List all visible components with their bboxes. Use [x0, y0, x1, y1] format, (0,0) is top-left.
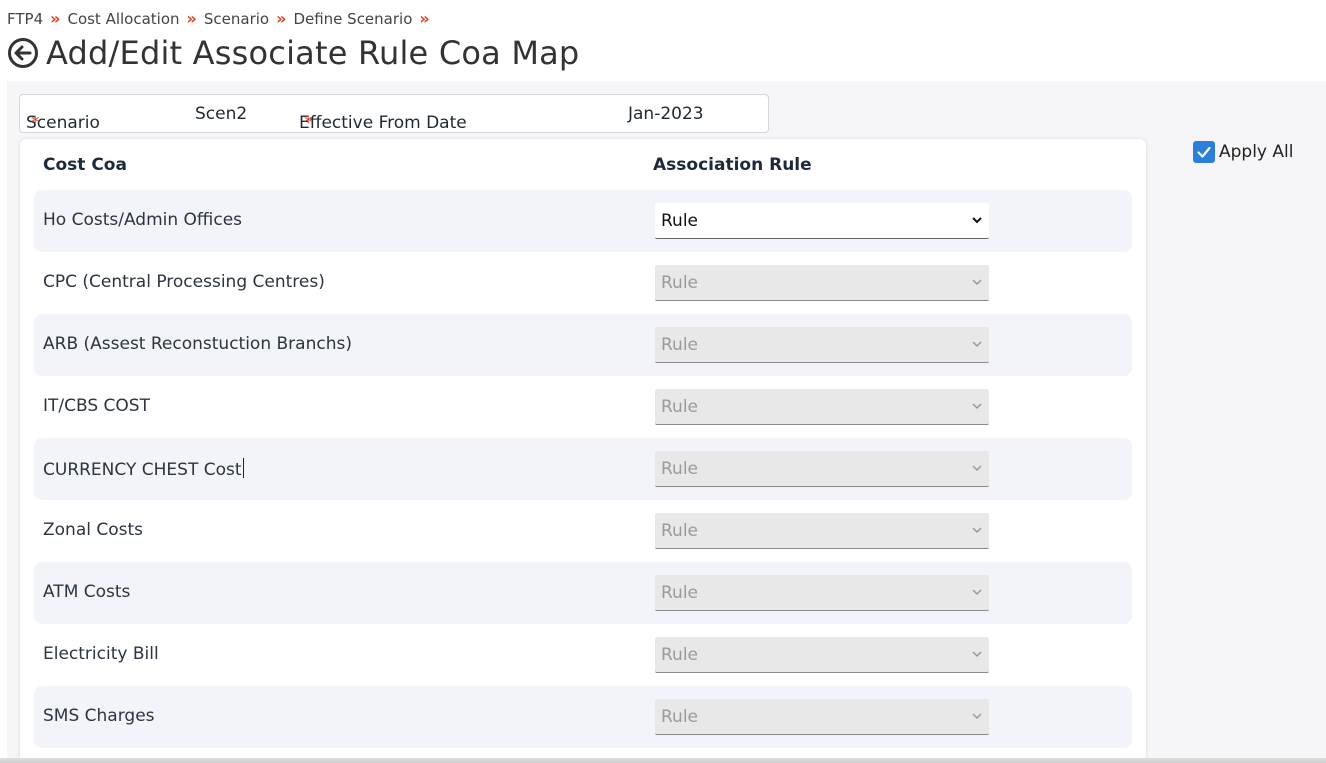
cost-coa-label: CPC (Central Processing Centres)	[43, 272, 325, 292]
text-caret	[242, 458, 244, 478]
cost-coa-label: Zonal Costs	[43, 520, 144, 540]
page-title: Add/Edit Associate Rule Coa Map	[46, 34, 580, 72]
chevron-down-icon	[972, 217, 982, 224]
cost-coa-label: Electricity Bill	[43, 644, 159, 664]
window-bottom-edge	[0, 758, 1326, 763]
checkmark-icon	[1197, 146, 1211, 158]
association-rule-select: Rule	[655, 513, 989, 549]
cost-coa-label: ATM Costs	[43, 582, 131, 602]
breadcrumb-separator: »	[50, 9, 61, 28]
column-header-association-rule: Association Rule	[653, 155, 812, 175]
table-row: Electricity Bill Rule	[34, 624, 1132, 686]
breadcrumb-separator: »	[186, 9, 197, 28]
page: FTP4 » Cost Allocation » Scenario » Defi…	[0, 0, 1326, 763]
cost-coa-label: IT/CBS COST	[43, 396, 150, 416]
back-circle-arrow-icon[interactable]	[7, 37, 39, 69]
breadcrumb-item-scenario[interactable]: Scenario	[204, 10, 269, 28]
breadcrumb-separator: »	[419, 9, 430, 28]
cost-coa-label: SMS Charges	[43, 706, 155, 726]
cost-coa-label: Ho Costs/Admin Offices	[43, 210, 243, 230]
select-value: Rule	[661, 334, 699, 355]
scenario-header-box: Scenario * Scen2 Effective From Date * Jan…	[19, 94, 769, 133]
breadcrumb-item-cost-allocation[interactable]: Cost Allocation	[67, 10, 179, 28]
chevron-down-icon	[972, 651, 982, 658]
table-row: CURRENCY CHEST Cost Rule	[34, 438, 1132, 500]
association-rule-select: Rule	[655, 451, 989, 487]
select-value: Rule	[661, 272, 699, 293]
table-row: ARB (Assest Reconstuction Branchs) Rule	[34, 314, 1132, 376]
chevron-down-icon	[972, 713, 982, 720]
column-header-cost-coa: Cost Coa	[43, 155, 127, 175]
table-row: IT/CBS COST Rule	[34, 376, 1132, 438]
chevron-down-icon	[972, 341, 982, 348]
select-value: Rule	[661, 520, 699, 541]
apply-all-label: Apply All	[1219, 142, 1294, 162]
table-row: Zonal Costs Rule	[34, 500, 1132, 562]
table-row: Ho Costs/Admin Offices Rule	[34, 190, 1132, 252]
apply-all-toggle[interactable]: Apply All	[1193, 141, 1293, 163]
chevron-down-icon	[972, 589, 982, 596]
scenario-value: Scen2	[195, 104, 248, 124]
chevron-down-icon	[972, 403, 982, 410]
title-row: Add/Edit Associate Rule Coa Map	[7, 34, 579, 72]
breadcrumb-item-ftp4[interactable]: FTP4	[7, 10, 43, 28]
breadcrumb-item-define-scenario[interactable]: Define Scenario	[293, 10, 412, 28]
association-rule-select: Rule	[655, 575, 989, 611]
chevron-down-icon	[972, 279, 982, 286]
association-rule-select[interactable]: Rule	[655, 203, 989, 239]
select-value: Rule	[661, 210, 699, 231]
required-mark: *	[31, 113, 40, 133]
apply-all-checkbox[interactable]	[1193, 141, 1215, 163]
table-row: ATM Costs Rule	[34, 562, 1132, 624]
rule-map-card: Cost Coa Association Rule Ho Costs/Admin…	[20, 139, 1146, 763]
association-rule-select: Rule	[655, 637, 989, 673]
cost-coa-label: ARB (Assest Reconstuction Branchs)	[43, 334, 352, 354]
cost-coa-label: CURRENCY CHEST Cost	[43, 458, 244, 480]
association-rule-select: Rule	[655, 389, 989, 425]
chevron-down-icon	[972, 465, 982, 472]
select-value: Rule	[661, 458, 699, 479]
association-rule-select: Rule	[655, 327, 989, 363]
effective-from-date-value: Jan-2023	[628, 104, 704, 124]
chevron-down-icon	[972, 527, 982, 534]
table-row: CPC (Central Processing Centres) Rule	[34, 252, 1132, 314]
breadcrumb-separator: »	[276, 9, 287, 28]
select-value: Rule	[661, 396, 699, 417]
breadcrumb: FTP4 » Cost Allocation » Scenario » Defi…	[7, 9, 437, 28]
association-rule-select: Rule	[655, 265, 989, 301]
select-value: Rule	[661, 706, 699, 727]
required-mark: *	[304, 113, 313, 133]
table-row: SMS Charges Rule	[34, 686, 1132, 748]
select-value: Rule	[661, 582, 699, 603]
select-value: Rule	[661, 644, 699, 665]
association-rule-select: Rule	[655, 699, 989, 735]
